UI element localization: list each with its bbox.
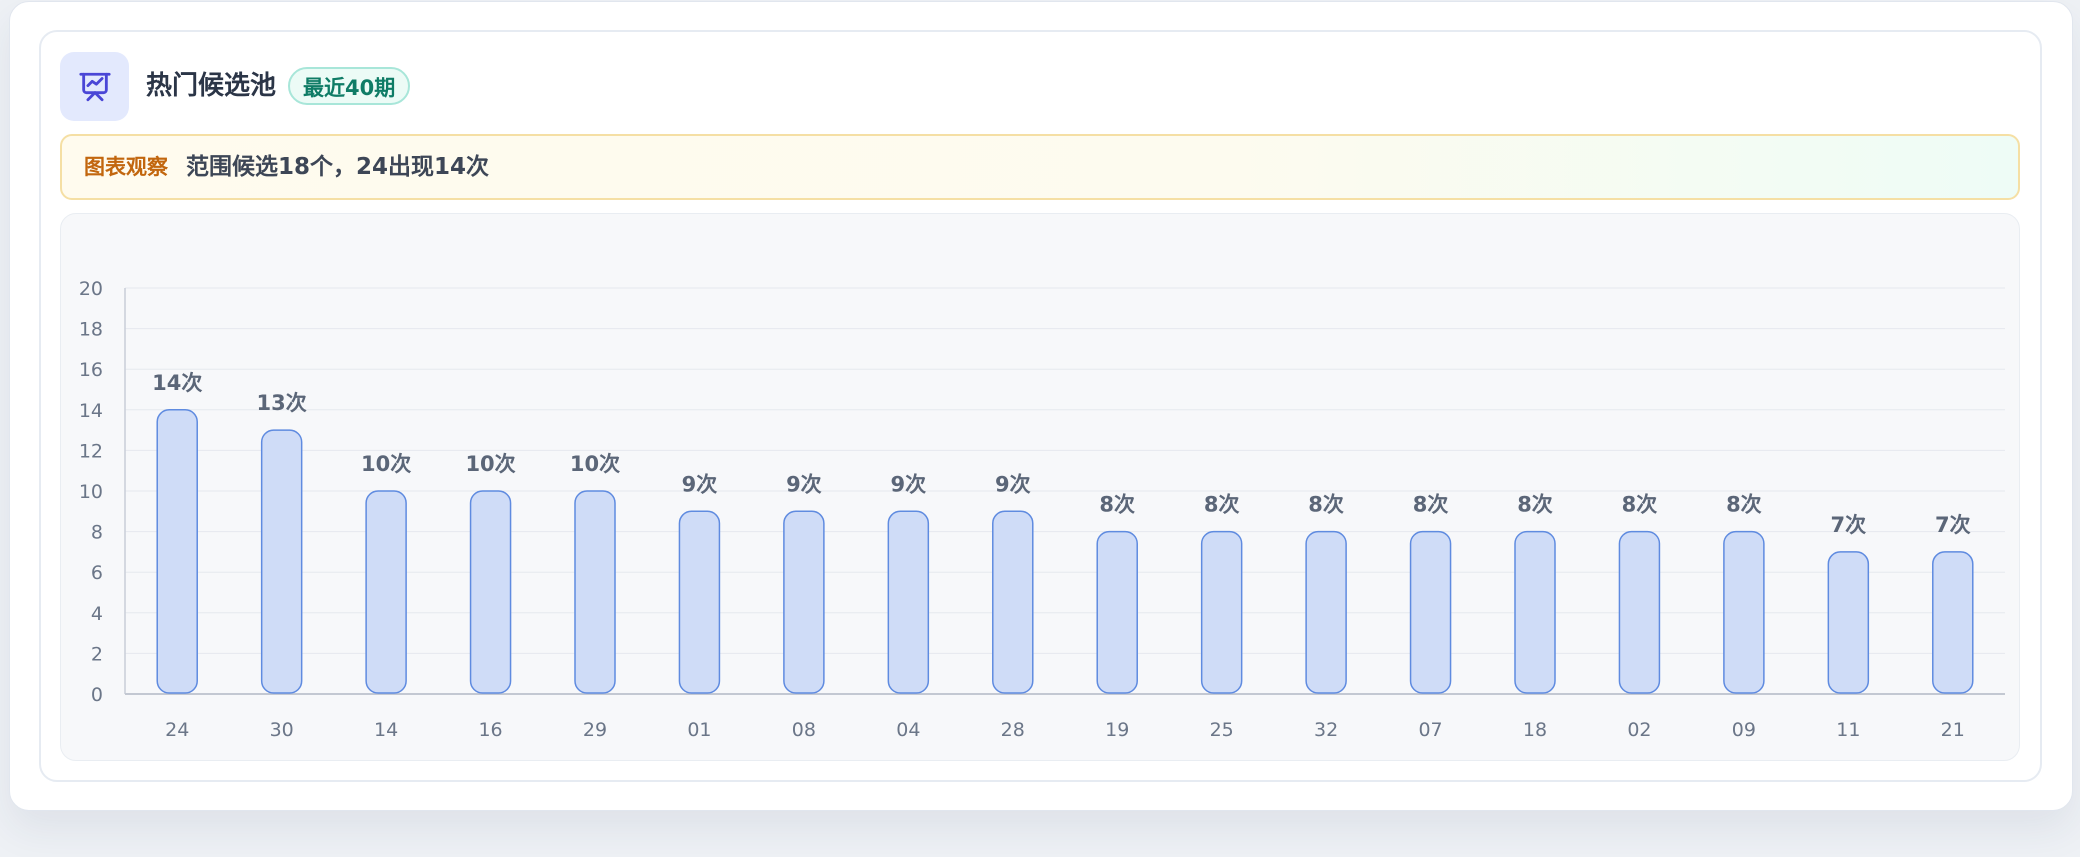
bar-29[interactable]: [574, 490, 616, 694]
x-tick-label: 16: [478, 719, 502, 741]
x-tick-label: 25: [1210, 719, 1234, 741]
chart-area: 0 2 4 6 8 10 12 14 16 18 20 14次 13次 10次 10次 10次 9次 9次 9次 9…: [60, 213, 2020, 761]
x-tick-label: 09: [1732, 719, 1756, 741]
insight-text: 范围候选18个，24出现14次: [186, 154, 490, 180]
bar-24[interactable]: [156, 409, 198, 694]
panel-title: 热门候选池: [146, 71, 277, 101]
bar-02[interactable]: [1618, 530, 1661, 694]
y-tick-label: 4: [91, 603, 103, 625]
y-tick-label: 6: [91, 562, 103, 584]
bar-09[interactable]: [1723, 530, 1765, 694]
value-label: 10次: [465, 452, 515, 476]
y-tick-label: 10: [79, 481, 103, 503]
bar-28[interactable]: [992, 510, 1034, 694]
y-tick-label: 2: [91, 643, 103, 665]
x-tick-label: 21: [1941, 719, 1965, 741]
x-tick-label: 01: [687, 719, 711, 741]
x-tick-label: 24: [165, 719, 189, 741]
x-tick-label: 02: [1627, 719, 1651, 741]
y-tick-label: 0: [91, 684, 103, 706]
bar-07[interactable]: [1409, 530, 1452, 694]
value-label: 9次: [995, 472, 1031, 496]
x-tick-label: 28: [1001, 719, 1025, 741]
y-tick-label: 8: [91, 522, 103, 544]
y-tick-labels: 0 2 4 6 8 10 12 14 16 18 20: [79, 278, 103, 706]
period-badge: 最近40期: [288, 67, 411, 105]
x-tick-label: 29: [583, 719, 607, 741]
value-label: 8次: [1099, 493, 1135, 517]
x-tick-label: 14: [374, 719, 398, 741]
value-label: 8次: [1622, 493, 1658, 517]
bar-01[interactable]: [678, 510, 721, 694]
value-label: 13次: [257, 391, 307, 415]
bar-chart: 02468101214161820 14次13次10次 10次 10次9次 9次 9次 9…: [79, 278, 2005, 741]
bar-04[interactable]: [887, 510, 930, 694]
value-label: 14次: [152, 371, 202, 395]
bar-21[interactable]: [1932, 551, 1974, 694]
bar-25[interactable]: [1200, 530, 1243, 694]
value-label: 7次: [1935, 513, 1971, 537]
y-tick-label: 12: [79, 440, 103, 462]
x-tick-label: 18: [1523, 719, 1547, 741]
chart-insight-banner: 图表观察 范围候选18个，24出现14次: [60, 134, 2020, 200]
bar-19[interactable]: [1096, 530, 1138, 694]
value-label: 7次: [1831, 513, 1867, 537]
y-tick-label: 20: [79, 278, 103, 300]
value-label: 9次: [682, 472, 718, 496]
bars: [156, 409, 1974, 694]
x-tick-label: 04: [896, 719, 920, 741]
bar-32[interactable]: [1305, 530, 1347, 694]
x-tick-label: 11: [1836, 719, 1860, 741]
x-tick-label: 30: [270, 719, 294, 741]
y-tick-label: 14: [79, 400, 103, 422]
value-label: 8次: [1308, 493, 1344, 517]
y-tick-label: 18: [79, 319, 103, 341]
presentation-chart-icon: [60, 52, 129, 121]
bar-16[interactable]: [469, 490, 512, 694]
value-label: 9次: [891, 472, 927, 496]
value-label: 10次: [570, 452, 620, 476]
value-label: 8次: [1517, 493, 1553, 517]
x-tick-label: 19: [1105, 719, 1129, 741]
value-label: 8次: [1413, 493, 1449, 517]
value-labels: 14次 13次 10次 10次 10次 9次 9次 9次 9次 8次 8次 8次 8次 8次 8次 8次 7次 7…: [152, 371, 1970, 537]
bar-08[interactable]: [783, 510, 825, 694]
x-tick-label: 32: [1314, 719, 1338, 741]
value-label: 8次: [1204, 493, 1240, 517]
insight-tag: 图表观察: [84, 155, 168, 179]
bar-14[interactable]: [365, 490, 407, 694]
y-tick-label: 16: [79, 359, 103, 381]
value-label: 8次: [1726, 493, 1762, 517]
value-label: 10次: [361, 452, 411, 476]
x-tick-labels: 24 30 14 16 29 01 08 04 28 19 25 32 07 18 02 09 11 21: [165, 719, 1965, 741]
bar-11[interactable]: [1827, 551, 1870, 694]
x-tick-label: 08: [792, 719, 816, 741]
x-tick-label: 07: [1418, 719, 1442, 741]
bar-18[interactable]: [1514, 530, 1556, 694]
value-label: 9次: [786, 472, 822, 496]
bar-30[interactable]: [260, 429, 303, 694]
